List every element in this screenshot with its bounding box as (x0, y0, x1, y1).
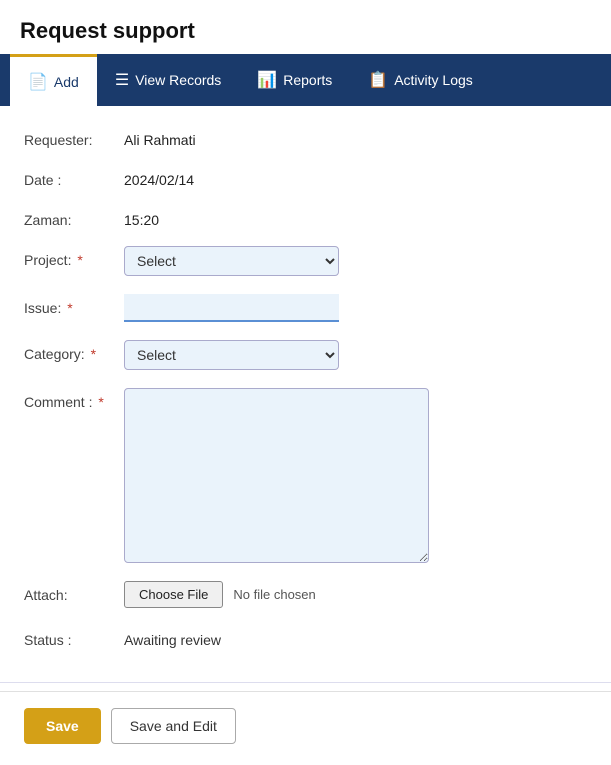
issue-input[interactable] (124, 294, 339, 322)
nav-label-view-records: View Records (135, 72, 221, 88)
attach-controls: Choose File No file chosen (124, 581, 316, 608)
date-label: Date : (24, 166, 124, 188)
no-file-label: No file chosen (233, 587, 315, 602)
nav-label-reports: Reports (283, 72, 332, 88)
nav-label-add: Add (54, 74, 79, 90)
reports-icon: 📊 (257, 70, 277, 90)
zaman-value: 15:20 (124, 206, 159, 228)
issue-label: Issue: * (24, 294, 124, 316)
issue-required: * (63, 300, 72, 316)
nav-item-reports[interactable]: 📊 Reports (239, 54, 350, 106)
footer-divider (0, 682, 611, 683)
comment-textarea[interactable] (124, 388, 429, 563)
nav-bar: 📄 Add ☰ View Records 📊 Reports 📋 Activit… (0, 54, 611, 106)
zaman-row: Zaman: 15:20 (24, 206, 587, 228)
category-required: * (87, 346, 96, 362)
page-title: Request support (0, 0, 611, 54)
attach-row: Attach: Choose File No file chosen (24, 581, 587, 608)
status-label: Status : (24, 626, 124, 648)
nav-item-view-records[interactable]: ☰ View Records (97, 54, 239, 106)
nav-item-add[interactable]: 📄 Add (10, 54, 97, 106)
comment-required: * (94, 394, 103, 410)
project-label: Project: * (24, 246, 124, 268)
zaman-label: Zaman: (24, 206, 124, 228)
add-icon: 📄 (28, 72, 48, 92)
choose-file-button[interactable]: Choose File (124, 581, 223, 608)
category-label: Category: * (24, 340, 124, 362)
issue-row: Issue: * (24, 294, 587, 322)
project-row: Project: * Select (24, 246, 587, 276)
activity-logs-icon: 📋 (368, 70, 388, 90)
requester-label: Requester: (24, 126, 124, 148)
view-records-icon: ☰ (115, 70, 129, 90)
form-area: Requester: Ali Rahmati Date : 2024/02/14… (0, 106, 611, 682)
requester-value: Ali Rahmati (124, 126, 196, 148)
status-row: Status : Awaiting review (24, 626, 587, 648)
attach-label: Attach: (24, 581, 124, 603)
save-button[interactable]: Save (24, 708, 101, 744)
save-and-edit-button[interactable]: Save and Edit (111, 708, 236, 744)
requester-row: Requester: Ali Rahmati (24, 126, 587, 148)
date-value: 2024/02/14 (124, 166, 194, 188)
category-select[interactable]: Select (124, 340, 339, 370)
category-row: Category: * Select (24, 340, 587, 370)
comment-label: Comment : * (24, 388, 124, 410)
nav-item-activity-logs[interactable]: 📋 Activity Logs (350, 54, 491, 106)
project-select[interactable]: Select (124, 246, 339, 276)
nav-label-activity-logs: Activity Logs (394, 72, 473, 88)
footer-buttons: Save Save and Edit (0, 691, 611, 760)
status-value: Awaiting review (124, 626, 221, 648)
comment-row: Comment : * (24, 388, 587, 563)
project-required: * (73, 252, 82, 268)
date-row: Date : 2024/02/14 (24, 166, 587, 188)
